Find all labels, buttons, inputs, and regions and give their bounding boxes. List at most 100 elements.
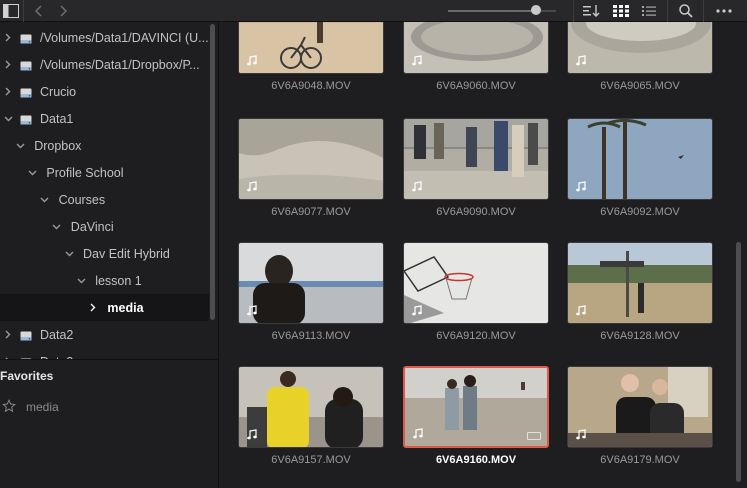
clip-filename: 6V6A9065.MOV: [600, 80, 680, 92]
toolbar-divider: [667, 0, 668, 22]
audio-icon: [247, 181, 257, 192]
favorites-heading: Favorites: [0, 369, 54, 383]
chevron-down-icon[interactable]: [63, 251, 75, 257]
audio-icon: [576, 181, 586, 192]
clip-thumbnail[interactable]: [403, 242, 549, 324]
grid-view-icon[interactable]: [610, 0, 632, 22]
clip-thumbnail[interactable]: [403, 366, 549, 448]
tree-item-courses[interactable]: Courses: [0, 186, 209, 213]
drive-icon: [20, 33, 32, 43]
tree-item-label: /Volumes/Data1/DAVINCI (U...: [40, 30, 209, 45]
clip-grid: 6V6A9048.MOV 6V6A9060.MOV 6V6A9065.MOV 6V6A…: [220, 22, 747, 488]
audio-icon: [576, 429, 586, 440]
more-options-icon[interactable]: [712, 0, 736, 22]
tree-item-label: Data1: [40, 111, 74, 126]
audio-icon: [412, 55, 422, 66]
tree-item-label: Profile School: [46, 165, 124, 180]
chevron-down-icon[interactable]: [39, 197, 51, 203]
tree-item-label: Crucio: [40, 84, 77, 99]
favorite-item-label: media: [26, 400, 59, 414]
tree-item-label: /Volumes/Data1/Dropbox/P...: [40, 57, 200, 72]
audio-icon: [247, 305, 257, 316]
chevron-right-icon[interactable]: [2, 330, 14, 339]
media-storage-panel: /Volumes/Data1/DAVINCI (U... /Volumes/Dat…: [0, 22, 219, 488]
clip-thumbnail[interactable]: [238, 118, 384, 200]
tree-scrollbar[interactable]: [210, 24, 215, 320]
clip-thumbnail[interactable]: [567, 22, 713, 74]
clip-filename: 6V6A9092.MOV: [600, 206, 680, 218]
clip-filename: 6V6A9048.MOV: [271, 80, 351, 92]
search-icon[interactable]: [676, 0, 696, 22]
chevron-right-icon[interactable]: [87, 303, 99, 312]
clip-thumbnail[interactable]: [238, 242, 384, 324]
clip-filename: 6V6A9179.MOV: [600, 454, 680, 466]
clip-filename: 6V6A9160.MOV: [435, 454, 517, 466]
tree-item-davinci[interactable]: DaVinci: [0, 213, 209, 240]
clip-filename: 6V6A9120.MOV: [436, 330, 516, 342]
tree-item-dropbox[interactable]: Dropbox: [0, 132, 209, 159]
audio-icon: [412, 181, 422, 192]
clip-thumbnail[interactable]: [403, 22, 549, 74]
tree-item-data3[interactable]: Data3: [0, 348, 209, 359]
audio-icon: [413, 428, 423, 439]
chevron-down-icon[interactable]: [2, 116, 14, 122]
tree-item-label: media: [107, 300, 144, 315]
grid-scrollbar[interactable]: [736, 242, 741, 482]
clip-thumbnail[interactable]: [403, 118, 549, 200]
folder-tree: /Volumes/Data1/DAVINCI (U... /Volumes/Dat…: [0, 22, 219, 359]
tree-item-profile-school[interactable]: Profile School: [0, 159, 209, 186]
clip-filename: 6V6A9128.MOV: [600, 330, 680, 342]
clip-filename: 6V6A9113.MOV: [271, 330, 351, 342]
audio-icon: [576, 55, 586, 66]
tree-item-crucio[interactable]: Crucio: [0, 78, 209, 105]
favorite-item[interactable]: media: [2, 398, 59, 416]
divider: [0, 359, 219, 360]
chevron-down-icon[interactable]: [75, 278, 87, 284]
chevron-down-icon[interactable]: [51, 224, 63, 230]
clip-thumbnail[interactable]: [567, 118, 713, 200]
audio-icon: [247, 429, 257, 440]
forward-arrow-icon[interactable]: [54, 0, 72, 22]
tree-item-label: Dav Edit Hybrid: [83, 246, 170, 261]
audio-icon: [576, 305, 586, 316]
clip-info-icon: [527, 432, 541, 440]
drive-icon: [20, 114, 32, 124]
clip-thumbnail[interactable]: [567, 366, 713, 448]
browser-toolbar: [0, 0, 747, 22]
clip-filename: 6V6A9157.MOV: [271, 454, 351, 466]
audio-icon: [412, 305, 422, 316]
chevron-right-icon[interactable]: [2, 60, 14, 69]
toolbar-divider: [573, 0, 574, 22]
drive-icon: [20, 60, 32, 70]
tree-item-volumes-data1-davinci-u[interactable]: /Volumes/Data1/DAVINCI (U...: [0, 24, 209, 51]
tree-item-lesson-1[interactable]: lesson 1: [0, 267, 209, 294]
tree-item-media[interactable]: media: [0, 294, 209, 321]
chevron-right-icon[interactable]: [2, 87, 14, 96]
clip-thumbnail[interactable]: [238, 366, 384, 448]
tree-item-label: Data2: [40, 327, 74, 342]
tree-item-label: Dropbox: [34, 138, 82, 153]
tree-item-volumes-data1-dropbox-p[interactable]: /Volumes/Data1/Dropbox/P...: [0, 51, 209, 78]
back-arrow-icon[interactable]: [30, 0, 48, 22]
tree-item-data2[interactable]: Data2: [0, 321, 209, 348]
zoom-slider-knob[interactable]: [531, 5, 541, 15]
toolbar-divider: [703, 0, 704, 22]
clip-filename: 6V6A9077.MOV: [271, 206, 351, 218]
tree-item-dav-edit-hybrid[interactable]: Dav Edit Hybrid: [0, 240, 209, 267]
chevron-right-icon[interactable]: [2, 33, 14, 42]
clip-thumbnail[interactable]: [567, 242, 713, 324]
tree-item-label: lesson 1: [95, 273, 142, 288]
sidebar-toggle-icon[interactable]: [0, 0, 22, 22]
audio-icon: [247, 55, 257, 66]
toolbar-divider: [23, 0, 24, 22]
clip-filename: 6V6A9060.MOV: [436, 80, 516, 92]
drive-icon: [20, 330, 32, 340]
star-icon: [2, 398, 20, 416]
clip-filename: 6V6A9090.MOV: [436, 206, 516, 218]
chevron-down-icon[interactable]: [26, 170, 38, 176]
chevron-down-icon[interactable]: [14, 143, 26, 149]
list-view-icon[interactable]: [638, 0, 660, 22]
sort-icon[interactable]: [581, 0, 603, 22]
tree-item-data1[interactable]: Data1: [0, 105, 209, 132]
clip-thumbnail[interactable]: [238, 22, 384, 74]
